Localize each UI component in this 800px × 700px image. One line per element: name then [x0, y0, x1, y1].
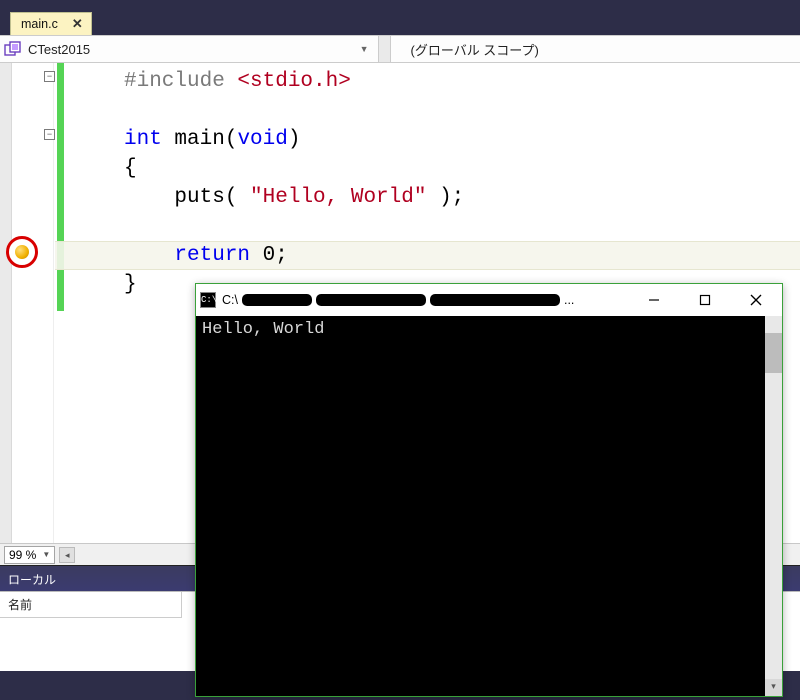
zoom-value: 99 %	[9, 548, 36, 562]
project-name: CTest2015	[28, 42, 355, 57]
cmd-icon: C:\	[200, 292, 216, 308]
tab-main-c[interactable]: main.c ✕	[10, 12, 92, 35]
close-button[interactable]	[733, 286, 778, 314]
zoom-selector[interactable]: 99 % ▼	[4, 546, 55, 564]
locals-panel-title: ローカル	[8, 573, 56, 587]
project-selector[interactable]: CTest2015 ▼	[0, 36, 379, 62]
console-output[interactable]: Hello, World ▴ ▾	[196, 316, 782, 696]
scroll-thumb[interactable]	[765, 333, 782, 373]
scroll-down-icon[interactable]: ▾	[765, 679, 782, 696]
nav-separator	[379, 36, 391, 62]
console-output-text: Hello, World	[202, 320, 324, 339]
scroll-left-icon[interactable]: ◂	[59, 547, 75, 563]
close-icon[interactable]: ✕	[72, 16, 83, 32]
indicator-margin	[0, 63, 12, 543]
execution-pointer-icon[interactable]	[6, 236, 38, 268]
console-titlebar[interactable]: C:\ C:\ ...	[196, 284, 782, 316]
console-window[interactable]: C:\ C:\ ... Hello, World ▴ ▾	[195, 283, 783, 697]
project-icon	[4, 41, 22, 57]
tab-filename: main.c	[21, 17, 58, 31]
navigation-bar: CTest2015 ▼ (グローバル スコープ)	[0, 35, 800, 63]
chevron-down-icon: ▼	[355, 44, 374, 54]
minimize-button[interactable]	[631, 286, 676, 314]
chevron-down-icon: ▼	[42, 550, 50, 559]
tab-strip: main.c ✕	[0, 8, 800, 35]
console-scrollbar[interactable]: ▴ ▾	[765, 316, 782, 696]
locals-column-name[interactable]: 名前	[0, 592, 182, 618]
scope-selector[interactable]: (グローバル スコープ)	[391, 36, 800, 62]
scope-label: (グローバル スコープ)	[411, 40, 539, 59]
maximize-button[interactable]	[682, 286, 727, 314]
console-title: C:\ ...	[222, 293, 625, 307]
